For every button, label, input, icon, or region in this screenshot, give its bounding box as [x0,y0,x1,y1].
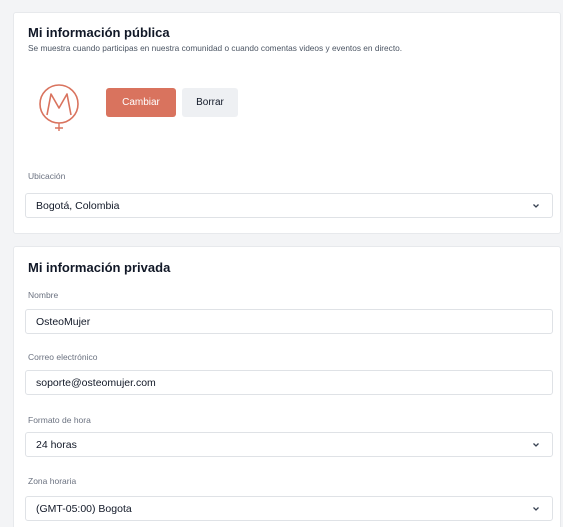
public-info-title: Mi información pública [28,25,170,40]
name-value: OsteoMujer [36,315,91,328]
email-field[interactable]: soporte@osteomujer.com [25,370,553,395]
chevron-down-icon [533,507,539,511]
name-label: Nombre [28,290,59,300]
email-label: Correo electrónico [28,352,98,362]
location-select[interactable]: Bogotá, Colombia [25,193,553,218]
time-format-select[interactable]: 24 horas [25,432,553,457]
time-format-value: 24 horas [36,438,77,451]
public-info-card: Mi información pública Se muestra cuando… [13,12,561,234]
private-info-card: Mi información privada Nombre OsteoMujer… [13,246,561,527]
email-value: soporte@osteomujer.com [36,376,156,389]
private-info-title: Mi información privada [28,260,171,275]
name-field[interactable]: OsteoMujer [25,309,553,334]
timezone-label: Zona horaria [28,476,77,486]
chevron-down-icon [533,204,539,208]
timezone-select[interactable]: (GMT-05:00) Bogota [25,496,553,521]
location-value: Bogotá, Colombia [36,199,120,212]
change-avatar-button[interactable]: Cambiar [106,88,176,117]
chevron-down-icon [533,443,539,447]
public-info-subtitle: Se muestra cuando participas en nuestra … [28,43,403,53]
location-label: Ubicación [28,171,66,181]
avatar[interactable] [36,81,82,139]
timezone-value: (GMT-05:00) Bogota [36,502,132,515]
time-format-label: Formato de hora [28,415,91,425]
delete-avatar-button[interactable]: Borrar [182,88,238,117]
